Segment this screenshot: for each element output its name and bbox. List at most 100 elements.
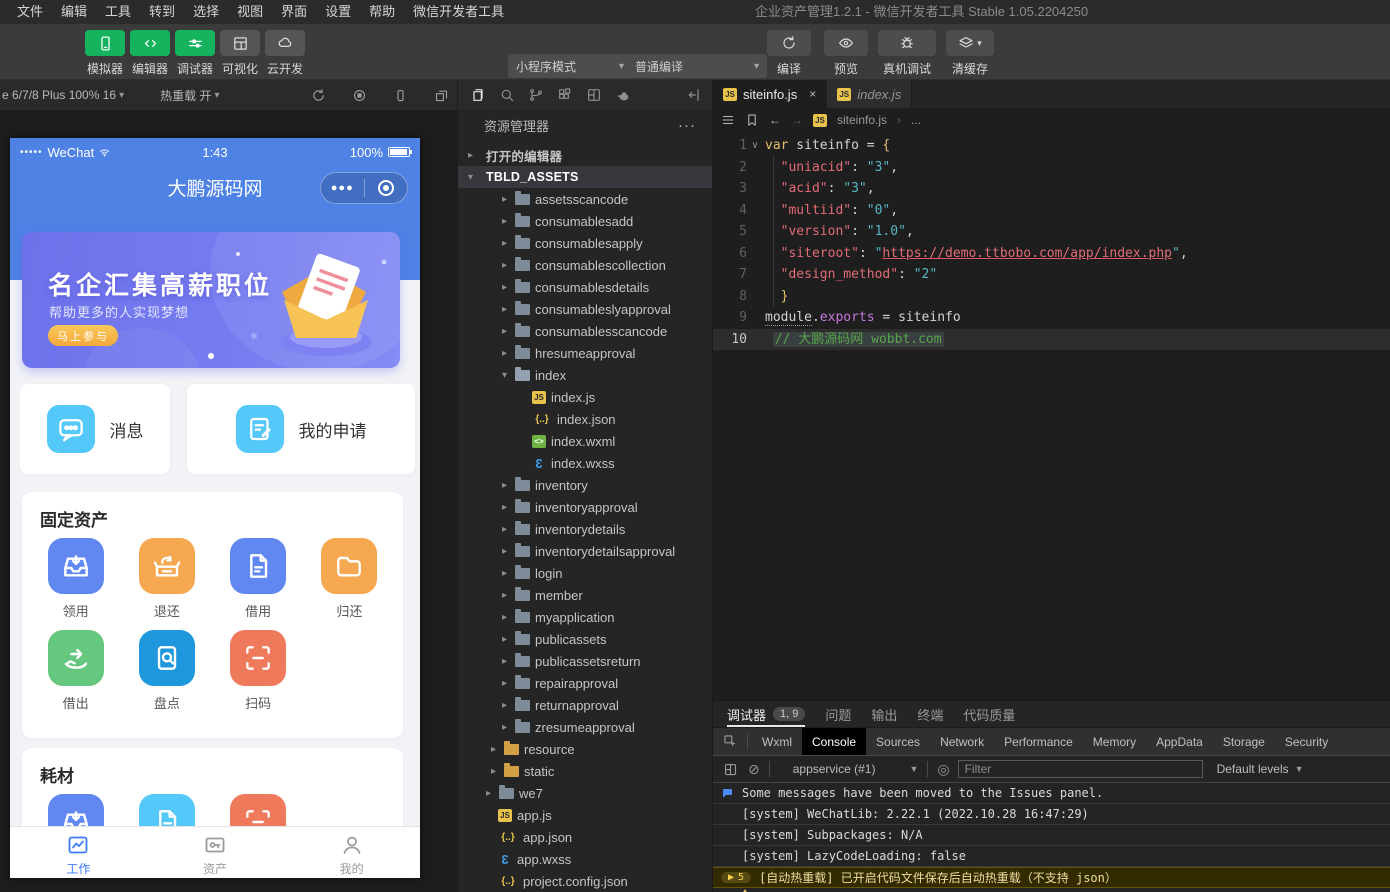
toolbar-action-refresh[interactable]: 编译	[765, 30, 813, 77]
compile-select[interactable]: 普通编译 ▾	[627, 54, 767, 78]
chevron-right-icon[interactable]: ▸	[502, 502, 515, 513]
tree-item-index.wxss[interactable]: 3index.wxss	[458, 452, 712, 474]
console-sidebar-icon[interactable]	[723, 762, 738, 777]
ext-icon[interactable]	[557, 87, 573, 103]
banner-carousel[interactable]: 名企汇集高薪职位 帮助更多的人实现梦想 马上参与	[22, 232, 400, 368]
debugger-tab-终端[interactable]: 终端	[917, 701, 943, 727]
debugger-tab-问题[interactable]: 问题	[825, 701, 851, 727]
tree-item-returnapproval[interactable]: ▸returnapproval	[458, 694, 712, 716]
collapse-sidebar-icon[interactable]	[686, 87, 702, 103]
debugger-tab-调试器[interactable]: 调试器1, 9	[727, 701, 805, 727]
chevron-right-icon[interactable]: ▸	[502, 326, 515, 337]
chevron-right-icon[interactable]: ▸	[502, 194, 515, 205]
toolbar-action-bug[interactable]: 真机调试	[876, 30, 938, 77]
chevron-right-icon[interactable]: ▸	[502, 216, 515, 227]
devtools-tab-Wxml[interactable]: Wxml	[752, 728, 802, 755]
windows-icon[interactable]	[434, 88, 449, 103]
context-select[interactable]: appservice (#1) ▼	[793, 762, 919, 776]
breadcrumb[interactable]: ← → JS siteinfo.js › ...	[713, 108, 1390, 132]
tree-item-inventoryapproval[interactable]: ▸inventoryapproval	[458, 496, 712, 518]
tab-我的[interactable]: 我的	[283, 827, 420, 878]
log-levels-select[interactable]: Default levels ▼	[1217, 762, 1304, 776]
toolbar-action-layers[interactable]: ▾清缓存	[944, 30, 996, 77]
tree-item-myapplication[interactable]: ▸myapplication	[458, 606, 712, 628]
debugger-tab-输出[interactable]: 输出	[871, 701, 897, 727]
my-applications-card[interactable]: 我的申请	[187, 384, 415, 474]
devtools-tab-AppData[interactable]: AppData	[1146, 728, 1213, 755]
tree-item-app.js[interactable]: JSapp.js	[458, 804, 712, 826]
close-icon[interactable]: ×	[809, 87, 816, 101]
chevron-right-icon[interactable]: ▸	[502, 678, 515, 689]
search-icon[interactable]	[499, 87, 515, 103]
tree-item-consumablesscancode[interactable]: ▸consumablesscancode	[458, 320, 712, 342]
chevron-right-icon[interactable]: ▸	[502, 656, 515, 667]
tree-item-inventory[interactable]: ▸inventory	[458, 474, 712, 496]
tree-item-app.wxss[interactable]: 3app.wxss	[458, 848, 712, 870]
chevron-right-icon[interactable]: ▸	[502, 700, 515, 711]
chevron-right-icon[interactable]: ▸	[502, 304, 515, 315]
breadcrumb-rest[interactable]: ...	[911, 113, 921, 127]
tree-item-zresumeapproval[interactable]: ▸zresumeapproval	[458, 716, 712, 738]
chevron-right-icon[interactable]: ▸	[502, 480, 515, 491]
tree-item-index.json[interactable]: {..}index.json	[458, 408, 712, 430]
menu-界面[interactable]: 界面	[272, 0, 316, 24]
tree-item-publicassetsreturn[interactable]: ▸publicassetsreturn	[458, 650, 712, 672]
menu-转到[interactable]: 转到	[140, 0, 184, 24]
menu-文件[interactable]: 文件	[8, 0, 52, 24]
menu-视图[interactable]: 视图	[228, 0, 272, 24]
grid-item-借用[interactable]: 借用	[213, 538, 304, 620]
grid-item-扫码[interactable]: 扫码	[213, 630, 304, 712]
tree-item-inventorydetailsapproval[interactable]: ▸inventorydetailsapproval	[458, 540, 712, 562]
menu-微信开发者工具[interactable]: 微信开发者工具	[404, 0, 513, 24]
phone-sm-icon[interactable]	[393, 88, 408, 103]
tree-item-consumableslyapproval[interactable]: ▸consumableslyapproval	[458, 298, 712, 320]
tree-item-inventorydetails[interactable]: ▸inventorydetails	[458, 518, 712, 540]
toolbar-action-eye[interactable]: 预览	[822, 30, 870, 77]
menu-选择[interactable]: 选择	[184, 0, 228, 24]
tree-item-app.json[interactable]: {..}app.json	[458, 826, 712, 848]
nav-back-icon[interactable]: ←	[769, 113, 781, 127]
home-icon[interactable]	[365, 180, 408, 196]
devtools-tab-Console[interactable]: Console	[802, 728, 866, 755]
inspect-icon[interactable]	[723, 734, 738, 749]
tree-item-repairapproval[interactable]: ▸repairapproval	[458, 672, 712, 694]
toolbar-button-debug[interactable]: 调试器	[173, 30, 217, 77]
devtools-tab-Performance[interactable]: Performance	[994, 728, 1083, 755]
chevron-right-icon[interactable]: ▸	[502, 348, 515, 359]
tree-item-index.wxml[interactable]: <>index.wxml	[458, 430, 712, 452]
tree-item-publicassets[interactable]: ▸publicassets	[458, 628, 712, 650]
grid-item-退还[interactable]: 退还	[121, 538, 212, 620]
hot-reload-toggle[interactable]: 热重载 开	[160, 87, 211, 104]
tree-item-assetsscancode[interactable]: ▸assetsscancode	[458, 188, 712, 210]
capsule-menu[interactable]: ●●●	[320, 172, 408, 204]
layout-icon[interactable]	[586, 87, 602, 103]
rotate-icon[interactable]	[311, 88, 326, 103]
more-actions-icon[interactable]: ···	[678, 117, 696, 134]
nav-forward-icon[interactable]: →	[791, 113, 803, 127]
devtools-tab-Network[interactable]: Network	[930, 728, 994, 755]
editor-tab-index.js[interactable]: JSindex.js	[827, 80, 912, 108]
tree-item-TBLD_ASSETS[interactable]: ▾TBLD_ASSETS	[458, 166, 712, 188]
grid-item-归还[interactable]: 归还	[304, 538, 395, 620]
chevron-right-icon[interactable]: ▸	[502, 260, 515, 271]
eye-icon[interactable]: ◎	[937, 761, 949, 778]
grid-item-借出[interactable]: 借出	[30, 630, 121, 712]
device-select[interactable]: e 6/7/8 Plus 100% 16	[2, 88, 116, 102]
bookmark-icon[interactable]	[745, 113, 759, 127]
menu-工具[interactable]: 工具	[96, 0, 140, 24]
code-area[interactable]: 1∨var siteinfo = {2 "uniacid": "3",3 "ac…	[713, 132, 1390, 700]
filter-input[interactable]	[958, 760, 1203, 778]
tree-item-project.config.json[interactable]: {..}project.config.json	[458, 870, 712, 892]
banner-join-button[interactable]: 马上参与	[48, 325, 118, 346]
editor-tab-siteinfo.js[interactable]: JSsiteinfo.js×	[713, 80, 827, 108]
chevron-right-icon[interactable]: ▸	[491, 744, 504, 755]
branch-icon[interactable]	[528, 87, 544, 103]
menu-编辑[interactable]: 编辑	[52, 0, 96, 24]
outline-icon[interactable]	[721, 113, 735, 127]
tree-item-打开的编辑器[interactable]: ▸打开的编辑器	[458, 144, 712, 166]
devtools-tab-Sources[interactable]: Sources	[866, 728, 930, 755]
tree-item-index[interactable]: ▾index	[458, 364, 712, 386]
chevron-right-icon[interactable]: ▸	[502, 590, 515, 601]
files-icon[interactable]	[470, 87, 486, 103]
tree-item-consumablesdetails[interactable]: ▸consumablesdetails	[458, 276, 712, 298]
